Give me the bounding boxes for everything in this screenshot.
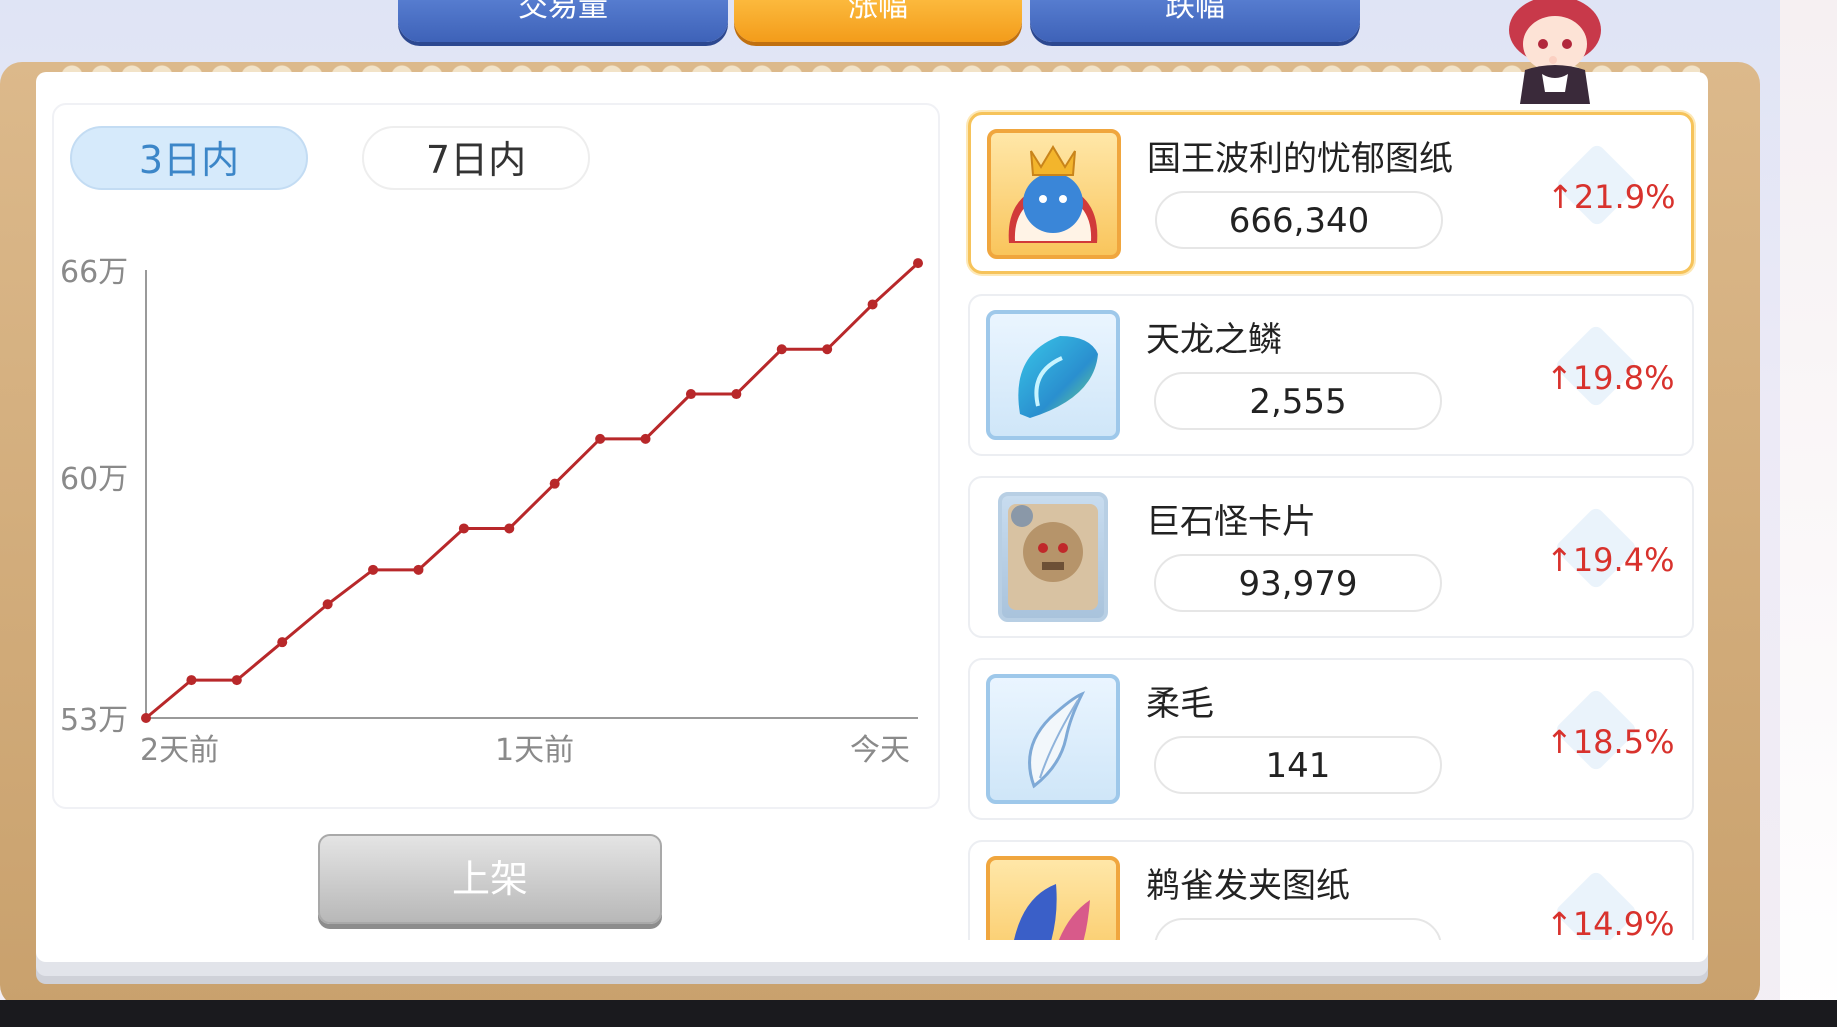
data-point (368, 564, 379, 575)
item-change-percent: ↑18.5% (1546, 723, 1675, 761)
x-tick-label: 今天 (850, 733, 910, 768)
data-point (141, 713, 151, 723)
data-point (867, 299, 878, 310)
x-tick-label: 2天前 (140, 733, 219, 768)
list-item[interactable]: 国王波利的忧郁图纸 666,340 ↑21.9% (968, 112, 1694, 274)
data-point (413, 564, 424, 575)
data-point (186, 675, 197, 686)
price-series-line (145, 261, 920, 720)
list-item[interactable]: 柔毛 141 ↑18.5% (968, 658, 1694, 820)
item-price: 93,979 (1154, 554, 1442, 612)
item-name: 鹈雀发夹图纸 (1146, 866, 1350, 906)
king-poring-blueprint-icon (987, 129, 1121, 259)
data-point (322, 599, 333, 610)
list-item[interactable]: 巨石怪卡片 93,979 ↑19.4% (968, 476, 1694, 638)
item-ranking-list: 国王波利的忧郁图纸 666,340 ↑21.9% 天龙之鳞 2,555 ↑19.… (950, 100, 1702, 940)
data-point (731, 389, 742, 400)
item-change-percent: ↑19.8% (1546, 359, 1675, 397)
item-name: 柔毛 (1146, 684, 1214, 724)
item-name: 巨石怪卡片 (1146, 502, 1316, 542)
list-for-sale-button[interactable]: 上架 (318, 834, 662, 924)
data-point (595, 433, 606, 444)
data-point (277, 637, 288, 648)
bird-hairpin-blueprint-icon (986, 856, 1120, 940)
y-tick-label: 53万 (60, 703, 128, 738)
item-change-percent: ↑14.9% (1546, 905, 1675, 940)
data-point (458, 523, 469, 534)
item-price: 141 (1154, 736, 1442, 794)
list-item[interactable]: 天龙之鳞 2,555 ↑19.8% (968, 294, 1694, 456)
item-price: 666,340 (1155, 191, 1443, 249)
item-change-percent: ↑19.4% (1546, 541, 1675, 579)
item-name: 国王波利的忧郁图纸 (1147, 139, 1453, 179)
item-price: 2,555 (1154, 372, 1442, 430)
data-point (822, 344, 833, 355)
data-point (231, 675, 242, 686)
item-price (1154, 918, 1442, 940)
data-point (776, 344, 787, 355)
price-line-chart: 66万 60万 53万 2天前 1天前 今天 (60, 255, 923, 768)
tab-fall[interactable]: 跌幅 (1030, 0, 1360, 42)
x-tick-label: 1天前 (495, 733, 574, 768)
data-point (685, 389, 696, 400)
data-point (913, 258, 923, 269)
golem-card-icon (998, 492, 1108, 622)
item-change-percent: ↑21.9% (1547, 178, 1676, 216)
soft-feather-icon (986, 674, 1120, 804)
data-point (640, 433, 651, 444)
dragon-scale-icon (986, 310, 1120, 440)
background-right (1780, 0, 1837, 1027)
item-name: 天龙之鳞 (1146, 320, 1282, 360)
bottom-bar (0, 1000, 1837, 1027)
data-point (549, 478, 560, 489)
list-item[interactable]: 鹈雀发夹图纸 ↑14.9% (968, 840, 1694, 940)
data-point (504, 523, 515, 534)
mascot-avatar-icon (1509, 0, 1601, 104)
y-tick-label: 60万 (60, 462, 128, 497)
tab-fall-label: 跌幅 (1165, 0, 1225, 24)
y-tick-label: 66万 (60, 255, 128, 290)
